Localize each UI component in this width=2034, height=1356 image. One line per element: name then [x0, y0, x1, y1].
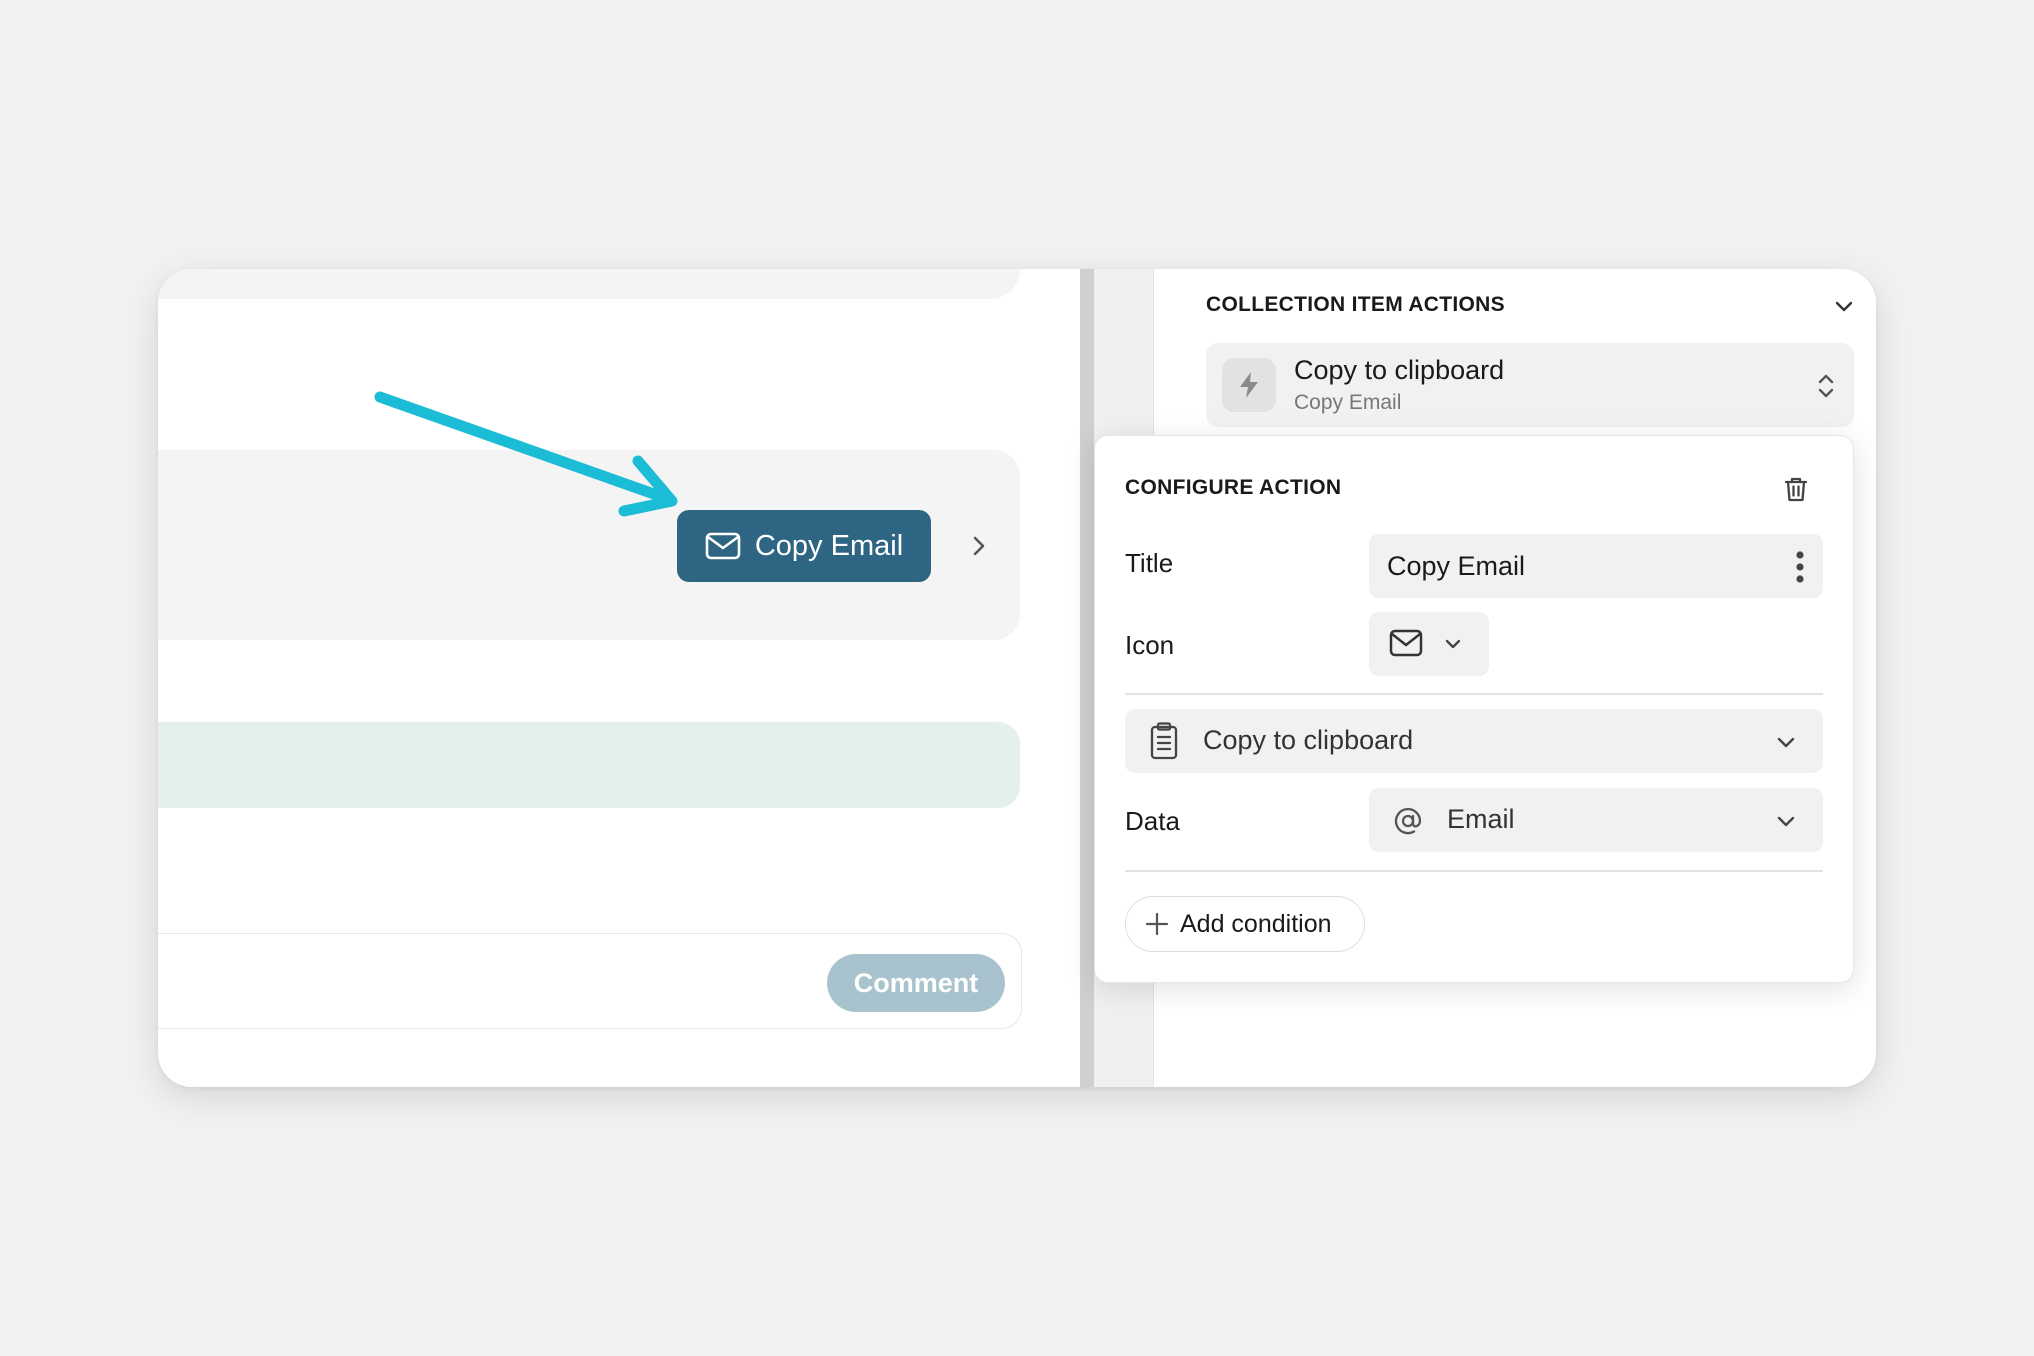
- resize-handle[interactable]: [1080, 269, 1094, 1087]
- action-title: Copy to clipboard: [1294, 355, 1505, 385]
- up-down-icon[interactable]: [1814, 371, 1838, 401]
- comment-button[interactable]: Comment: [827, 954, 1005, 1012]
- app-window: Copy Email Comment COLLECTION ITEM ACTIO…: [158, 269, 1876, 1087]
- more-vertical-icon[interactable]: [1795, 550, 1805, 584]
- trash-icon[interactable]: [1781, 474, 1811, 504]
- chevron-down-icon: [1445, 639, 1461, 649]
- preview-pane: Copy Email Comment: [158, 269, 1078, 1087]
- action-type-select[interactable]: Copy to clipboard: [1125, 709, 1823, 773]
- lightning-icon: [1240, 372, 1258, 398]
- mail-icon: [1389, 629, 1423, 657]
- add-condition-button[interactable]: Add condition: [1125, 896, 1365, 952]
- divider: [1125, 870, 1823, 872]
- data-select[interactable]: Email: [1369, 788, 1823, 852]
- action-icon-container: [1222, 358, 1276, 412]
- chevron-down-icon: [1777, 737, 1795, 748]
- data-label: Data: [1125, 806, 1180, 836]
- copy-email-button-label: Copy Email: [754, 529, 904, 562]
- configure-action-title: CONFIGURE ACTION: [1125, 476, 1342, 499]
- success-banner: [158, 722, 1020, 808]
- title-label: Title: [1125, 548, 1174, 578]
- section-title: COLLECTION ITEM ACTIONS: [1206, 293, 1505, 316]
- icon-label: Icon: [1125, 630, 1175, 660]
- add-condition-label: Add condition: [1180, 909, 1332, 938]
- action-type-value: Copy to clipboard: [1203, 725, 1414, 755]
- chevron-down-icon[interactable]: [1830, 293, 1858, 321]
- divider: [1125, 693, 1823, 695]
- data-value: Email: [1447, 804, 1515, 834]
- at-icon: [1394, 808, 1422, 835]
- action-list-item[interactable]: Copy to clipboard Copy Email: [1206, 343, 1854, 427]
- mail-icon: [705, 532, 741, 560]
- preview-top-card: [158, 269, 1020, 299]
- icon-picker[interactable]: [1369, 612, 1489, 676]
- copy-email-button[interactable]: Copy Email: [677, 510, 931, 582]
- action-subtitle: Copy Email: [1294, 391, 1402, 414]
- title-input-value: Copy Email: [1387, 550, 1526, 581]
- configure-action-popover: CONFIGURE ACTION Title Copy Email Icon C…: [1094, 435, 1854, 983]
- comment-composer[interactable]: Comment: [158, 933, 1022, 1029]
- title-input[interactable]: Copy Email: [1369, 534, 1823, 598]
- clipboard-icon: [1150, 722, 1178, 760]
- chevron-right-icon[interactable]: [964, 531, 994, 561]
- chevron-down-icon: [1777, 816, 1795, 827]
- plus-icon: [1145, 912, 1169, 936]
